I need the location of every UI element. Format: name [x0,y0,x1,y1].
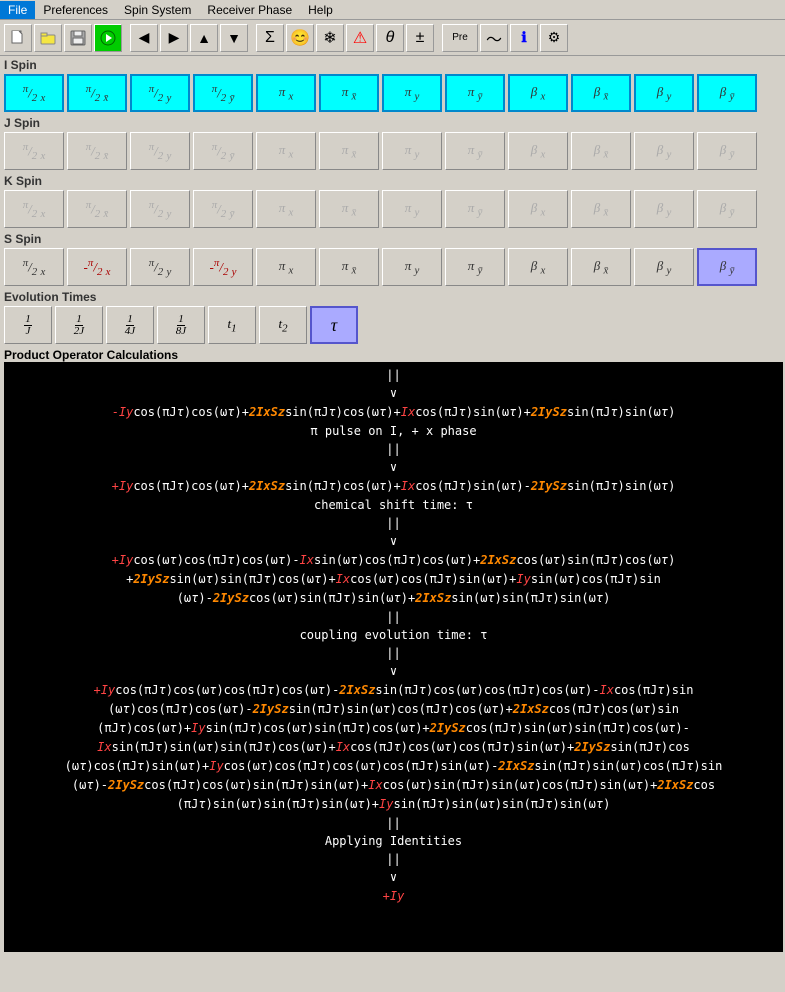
gear-btn[interactable]: ⚙ [540,24,568,52]
k-spin-btn-3[interactable]: π/2 ȳ [193,190,253,228]
k-spin-btn-8[interactable]: β x [508,190,568,228]
k-spin-buttons: π/2 x π/2 x̄ π/2 y π/2 ȳ π x π x̄ π y π … [4,190,781,228]
i-spin-btn-6[interactable]: π y [382,74,442,112]
i-spin-btn-2[interactable]: π/2 y [130,74,190,112]
new-btn[interactable] [4,24,32,52]
i-spin-btn-3[interactable]: π/2 ȳ [193,74,253,112]
open-btn[interactable] [34,24,62,52]
j-spin-buttons: π/2 x π/2 x̄ π/2 y π/2 ȳ π x π x̄ π y π … [4,132,781,170]
i-spin-label: I Spin [4,58,781,72]
k-spin-btn-4[interactable]: π x [256,190,316,228]
save-btn[interactable] [64,24,92,52]
i-spin-btn-5[interactable]: π x̄ [319,74,379,112]
i-spin-btn-10[interactable]: β y [634,74,694,112]
s-spin-btn-4[interactable]: π x [256,248,316,286]
info-btn[interactable]: ℹ [510,24,538,52]
i-spin-btn-11[interactable]: β ȳ [697,74,757,112]
k-spin-btn-11[interactable]: β ȳ [697,190,757,228]
k-spin-btn-10[interactable]: β y [634,190,694,228]
j-spin-btn-10[interactable]: β y [634,132,694,170]
s-spin-btn-9[interactable]: β x̄ [571,248,631,286]
evo-btn-t1[interactable]: t1 [208,306,256,344]
left-btn[interactable]: ◀ [130,24,158,52]
evolution-section: Evolution Times 1J 12J 14J 18J t1 t2 τ [0,288,785,346]
s-spin-btn-6[interactable]: π y [382,248,442,286]
j-spin-section: J Spin π/2 x π/2 x̄ π/2 y π/2 ȳ π x π x̄… [0,114,785,172]
k-spin-btn-0[interactable]: π/2 x [4,190,64,228]
i-spin-btn-9[interactable]: β x̄ [571,74,631,112]
s-spin-label: S Spin [4,232,781,246]
right-btn[interactable]: ▶ [160,24,188,52]
menu-file[interactable]: File [0,1,35,19]
i-spin-btn-4[interactable]: π x [256,74,316,112]
s-spin-buttons: π/2 x -π/2 x π/2 y -π/2 y π x π x̄ π y π… [4,248,781,286]
j-spin-btn-11[interactable]: β ȳ [697,132,757,170]
menu-receiver-phase[interactable]: Receiver Phase [199,1,300,19]
po-section: Product Operator Calculations || ∨ -Iyco… [0,346,785,954]
evo-btn-t2[interactable]: t2 [259,306,307,344]
j-spin-btn-6[interactable]: π y [382,132,442,170]
evo-btn-8j[interactable]: 18J [157,306,205,344]
sigma-btn[interactable]: Σ [256,24,284,52]
evolution-label: Evolution Times [4,290,781,304]
i-spin-section: I Spin π/2 x π/2 x̄ π/2 y π/2 ȳ π x π x̄… [0,56,785,114]
po-display[interactable]: || ∨ -Iycos(πJτ)cos(ωτ)+2IxSzsin(πJτ)cos… [4,362,783,952]
s-spin-btn-10[interactable]: β y [634,248,694,286]
k-spin-btn-9[interactable]: β x̄ [571,190,631,228]
j-spin-btn-3[interactable]: π/2 ȳ [193,132,253,170]
j-spin-btn-0[interactable]: π/2 x [4,132,64,170]
k-spin-btn-6[interactable]: π y [382,190,442,228]
s-spin-btn-1[interactable]: -π/2 x [67,248,127,286]
k-spin-btn-5[interactable]: π x̄ [319,190,379,228]
j-spin-btn-4[interactable]: π x [256,132,316,170]
theta-btn[interactable]: θ [376,24,404,52]
i-spin-btn-0[interactable]: π/2 x [4,74,64,112]
j-spin-btn-9[interactable]: β x̄ [571,132,631,170]
po-label: Product Operator Calculations [4,348,781,362]
down-btn[interactable]: ▼ [220,24,248,52]
k-spin-btn-2[interactable]: π/2 y [130,190,190,228]
menubar: File Preferences Spin System Receiver Ph… [0,0,785,20]
warning-btn[interactable]: ⚠ [346,24,374,52]
j-spin-btn-8[interactable]: β x [508,132,568,170]
j-spin-btn-1[interactable]: π/2 x̄ [67,132,127,170]
menu-help[interactable]: Help [300,1,341,19]
s-spin-section: S Spin π/2 x -π/2 x π/2 y -π/2 y π x π x… [0,230,785,288]
j-spin-btn-7[interactable]: π ȳ [445,132,505,170]
s-spin-btn-7[interactable]: π ȳ [445,248,505,286]
evo-btn-1j[interactable]: 1J [4,306,52,344]
evo-btn-tau[interactable]: τ [310,306,358,344]
evo-btn-2j[interactable]: 12J [55,306,103,344]
s-spin-btn-2[interactable]: π/2 y [130,248,190,286]
menu-spin-system[interactable]: Spin System [116,1,199,19]
face-btn[interactable]: 😊 [286,24,314,52]
toolbar: ◀ ▶ ▲ ▼ Σ 😊 ❄ ⚠ θ ± Pre 〜 ℹ ⚙ [0,20,785,56]
k-spin-btn-7[interactable]: π ȳ [445,190,505,228]
snowflake-btn[interactable]: ❄ [316,24,344,52]
menu-preferences[interactable]: Preferences [35,1,116,19]
plusminus-btn[interactable]: ± [406,24,434,52]
i-spin-btn-1[interactable]: π/2 x̄ [67,74,127,112]
s-spin-btn-11[interactable]: β ȳ [697,248,757,286]
wave-btn[interactable]: 〜 [480,24,508,52]
run-btn[interactable] [94,24,122,52]
s-spin-btn-3[interactable]: -π/2 y [193,248,253,286]
s-spin-btn-8[interactable]: β x [508,248,568,286]
pre-btn[interactable]: Pre [442,24,478,52]
k-spin-section: K Spin π/2 x π/2 x̄ π/2 y π/2 ȳ π x π x̄… [0,172,785,230]
k-spin-btn-1[interactable]: π/2 x̄ [67,190,127,228]
s-spin-btn-5[interactable]: π x̄ [319,248,379,286]
i-spin-buttons: π/2 x π/2 x̄ π/2 y π/2 ȳ π x π x̄ π y π … [4,74,781,112]
s-spin-btn-0[interactable]: π/2 x [4,248,64,286]
k-spin-label: K Spin [4,174,781,188]
j-spin-btn-5[interactable]: π x̄ [319,132,379,170]
j-spin-btn-2[interactable]: π/2 y [130,132,190,170]
i-spin-btn-7[interactable]: π ȳ [445,74,505,112]
i-spin-btn-8[interactable]: β x [508,74,568,112]
up-btn[interactable]: ▲ [190,24,218,52]
evo-btn-4j[interactable]: 14J [106,306,154,344]
evo-buttons: 1J 12J 14J 18J t1 t2 τ [4,306,781,344]
j-spin-label: J Spin [4,116,781,130]
